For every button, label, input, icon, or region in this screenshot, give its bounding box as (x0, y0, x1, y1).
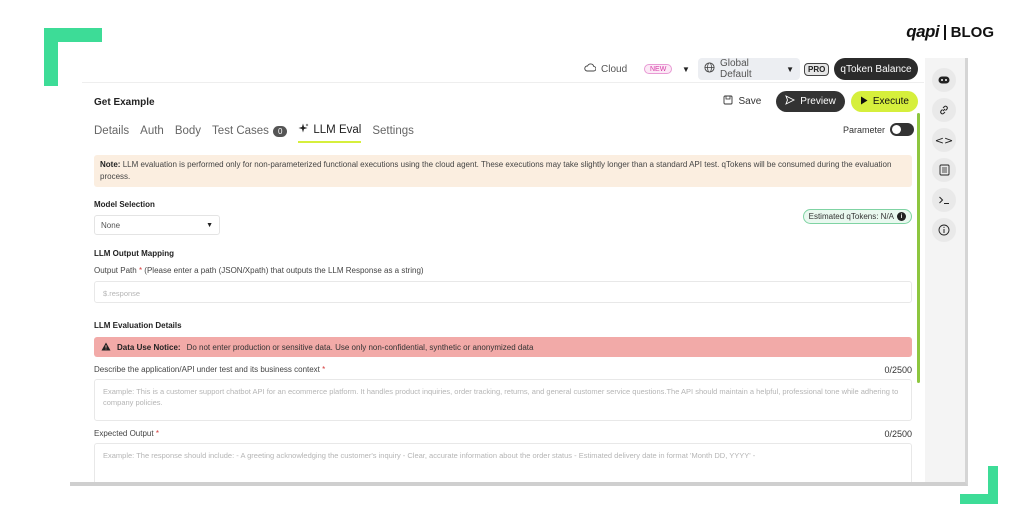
globe-icon (704, 62, 715, 76)
save-button[interactable]: Save (714, 91, 771, 112)
screenshot-stage: qapi BLOG Cloud NEW ▼ Global Default ▼ P… (0, 0, 1024, 522)
cloud-icon (584, 63, 597, 75)
tab-label: LLM Eval (313, 124, 362, 136)
cloud-agent-selector[interactable]: Cloud (584, 58, 627, 80)
model-select-value: None (101, 220, 121, 230)
test-cases-count-badge: 0 (272, 125, 288, 137)
model-select[interactable]: None ▼ (94, 215, 220, 235)
cloud-label: Cloud (601, 63, 628, 75)
estimated-qtokens-text: Estimated qTokens: N/A (808, 212, 894, 221)
model-selection-heading: Model Selection (94, 200, 155, 209)
note-text: LLM evaluation is performed only for non… (100, 160, 892, 181)
describe-application-textarea[interactable]: Example: This is a customer support chat… (94, 379, 912, 421)
describe-application-label: Describe the application/API under test … (94, 365, 325, 374)
required-mark: * (155, 429, 159, 438)
required-mark: * (138, 266, 143, 275)
tab-label: Test Cases (212, 125, 269, 137)
toggle-knob (892, 125, 901, 134)
tab-body[interactable]: Body (175, 123, 201, 143)
brand-section: BLOG (950, 23, 994, 41)
note-prefix: Note: (100, 160, 121, 169)
notice-text: Do not enter production or sensitive dat… (186, 342, 534, 352)
play-icon (860, 96, 868, 108)
expected-output-label: Expected Output * (94, 429, 159, 438)
page-title: Get Example (94, 97, 155, 108)
describe-char-counter: 0/2500 (884, 365, 912, 375)
llm-eval-panel: Get Example Save Preview Execute Details… (82, 82, 924, 482)
brand-header: qapi BLOG (906, 22, 994, 42)
info-icon[interactable] (932, 218, 956, 242)
output-path-hint: (Please enter a path (JSON/Xpath) that o… (144, 266, 424, 275)
execute-button[interactable]: Execute (850, 91, 918, 112)
tab-label: Auth (140, 125, 164, 137)
output-path-placeholder: $.response (103, 289, 141, 298)
output-path-input[interactable]: $.response (94, 281, 912, 303)
parameter-toggle-group: Parameter (843, 123, 914, 136)
tab-label: Details (94, 125, 130, 137)
execute-label: Execute (872, 96, 909, 107)
evaluation-note: Note: LLM evaluation is performed only f… (94, 155, 912, 187)
output-path-label: Output Path * (Please enter a path (JSON… (94, 266, 424, 275)
brand-divider (944, 24, 946, 40)
expected-output-textarea[interactable]: Example: The response should include: - … (94, 443, 912, 482)
data-use-notice: Data Use Notice: Do not enter production… (94, 337, 912, 357)
estimated-qtokens-badge: Estimated qTokens: N/A i (802, 209, 912, 224)
vertical-scrollbar[interactable] (917, 113, 920, 383)
expected-char-counter: 0/2500 (884, 429, 912, 439)
tab-details[interactable]: Details (94, 123, 129, 143)
top-bar: Cloud NEW ▼ Global Default ▼ PRO qToken … (70, 58, 926, 82)
required-mark: * (322, 365, 326, 374)
qtoken-balance-button[interactable]: qToken Balance (834, 58, 918, 80)
preview-button[interactable]: Preview (776, 91, 845, 112)
app-window: Cloud NEW ▼ Global Default ▼ PRO qToken … (70, 58, 968, 486)
action-buttons: Save Preview Execute (714, 91, 918, 112)
describe-label-text: Describe the application/API under test … (94, 365, 320, 374)
tab-auth[interactable]: Auth (140, 123, 164, 143)
chevron-down-icon: ▼ (206, 221, 213, 229)
ai-assistant-icon[interactable] (932, 68, 956, 92)
save-label: Save (738, 96, 762, 107)
new-badge: NEW (644, 64, 673, 74)
document-icon[interactable] (932, 158, 956, 182)
tab-label: Body (174, 125, 202, 137)
tab-bar: Details Auth Body Test Cases 0 LLM Eval … (94, 123, 414, 143)
send-icon (785, 95, 796, 108)
code-icon[interactable]: <> (932, 128, 956, 152)
info-icon[interactable]: i (897, 212, 906, 221)
chevron-down-icon: ▼ (786, 64, 794, 74)
chevron-down-icon[interactable]: ▼ (682, 58, 690, 80)
save-icon (723, 95, 733, 108)
terminal-icon[interactable] (932, 188, 956, 212)
output-mapping-heading: LLM Output Mapping (94, 249, 174, 258)
notice-prefix: Data Use Notice: (117, 342, 181, 352)
tab-label: Settings (372, 125, 414, 137)
expected-label-text: Expected Output (94, 429, 154, 438)
environment-select[interactable]: Global Default ▼ (698, 58, 800, 80)
tab-settings[interactable]: Settings (372, 123, 414, 143)
expected-placeholder: Example: The response should include: - … (103, 451, 756, 460)
pro-badge: PRO (804, 63, 830, 76)
parameter-label: Parameter (842, 124, 885, 135)
describe-placeholder: Example: This is a customer support chat… (103, 387, 899, 407)
parameter-toggle[interactable] (890, 123, 914, 136)
preview-label: Preview (800, 96, 836, 107)
right-sidebar: <> (925, 58, 965, 482)
sparkle-icon (298, 123, 309, 137)
tab-test-cases[interactable]: Test Cases 0 (212, 123, 288, 143)
link-icon[interactable] (932, 98, 956, 122)
tab-llm-eval[interactable]: LLM Eval (298, 123, 362, 143)
output-path-label-text: Output Path (94, 266, 137, 275)
warning-icon (101, 342, 111, 353)
evaluation-details-heading: LLM Evaluation Details (94, 321, 182, 330)
brand-logo: qapi (906, 22, 940, 41)
environment-label: Global Default (720, 58, 752, 80)
